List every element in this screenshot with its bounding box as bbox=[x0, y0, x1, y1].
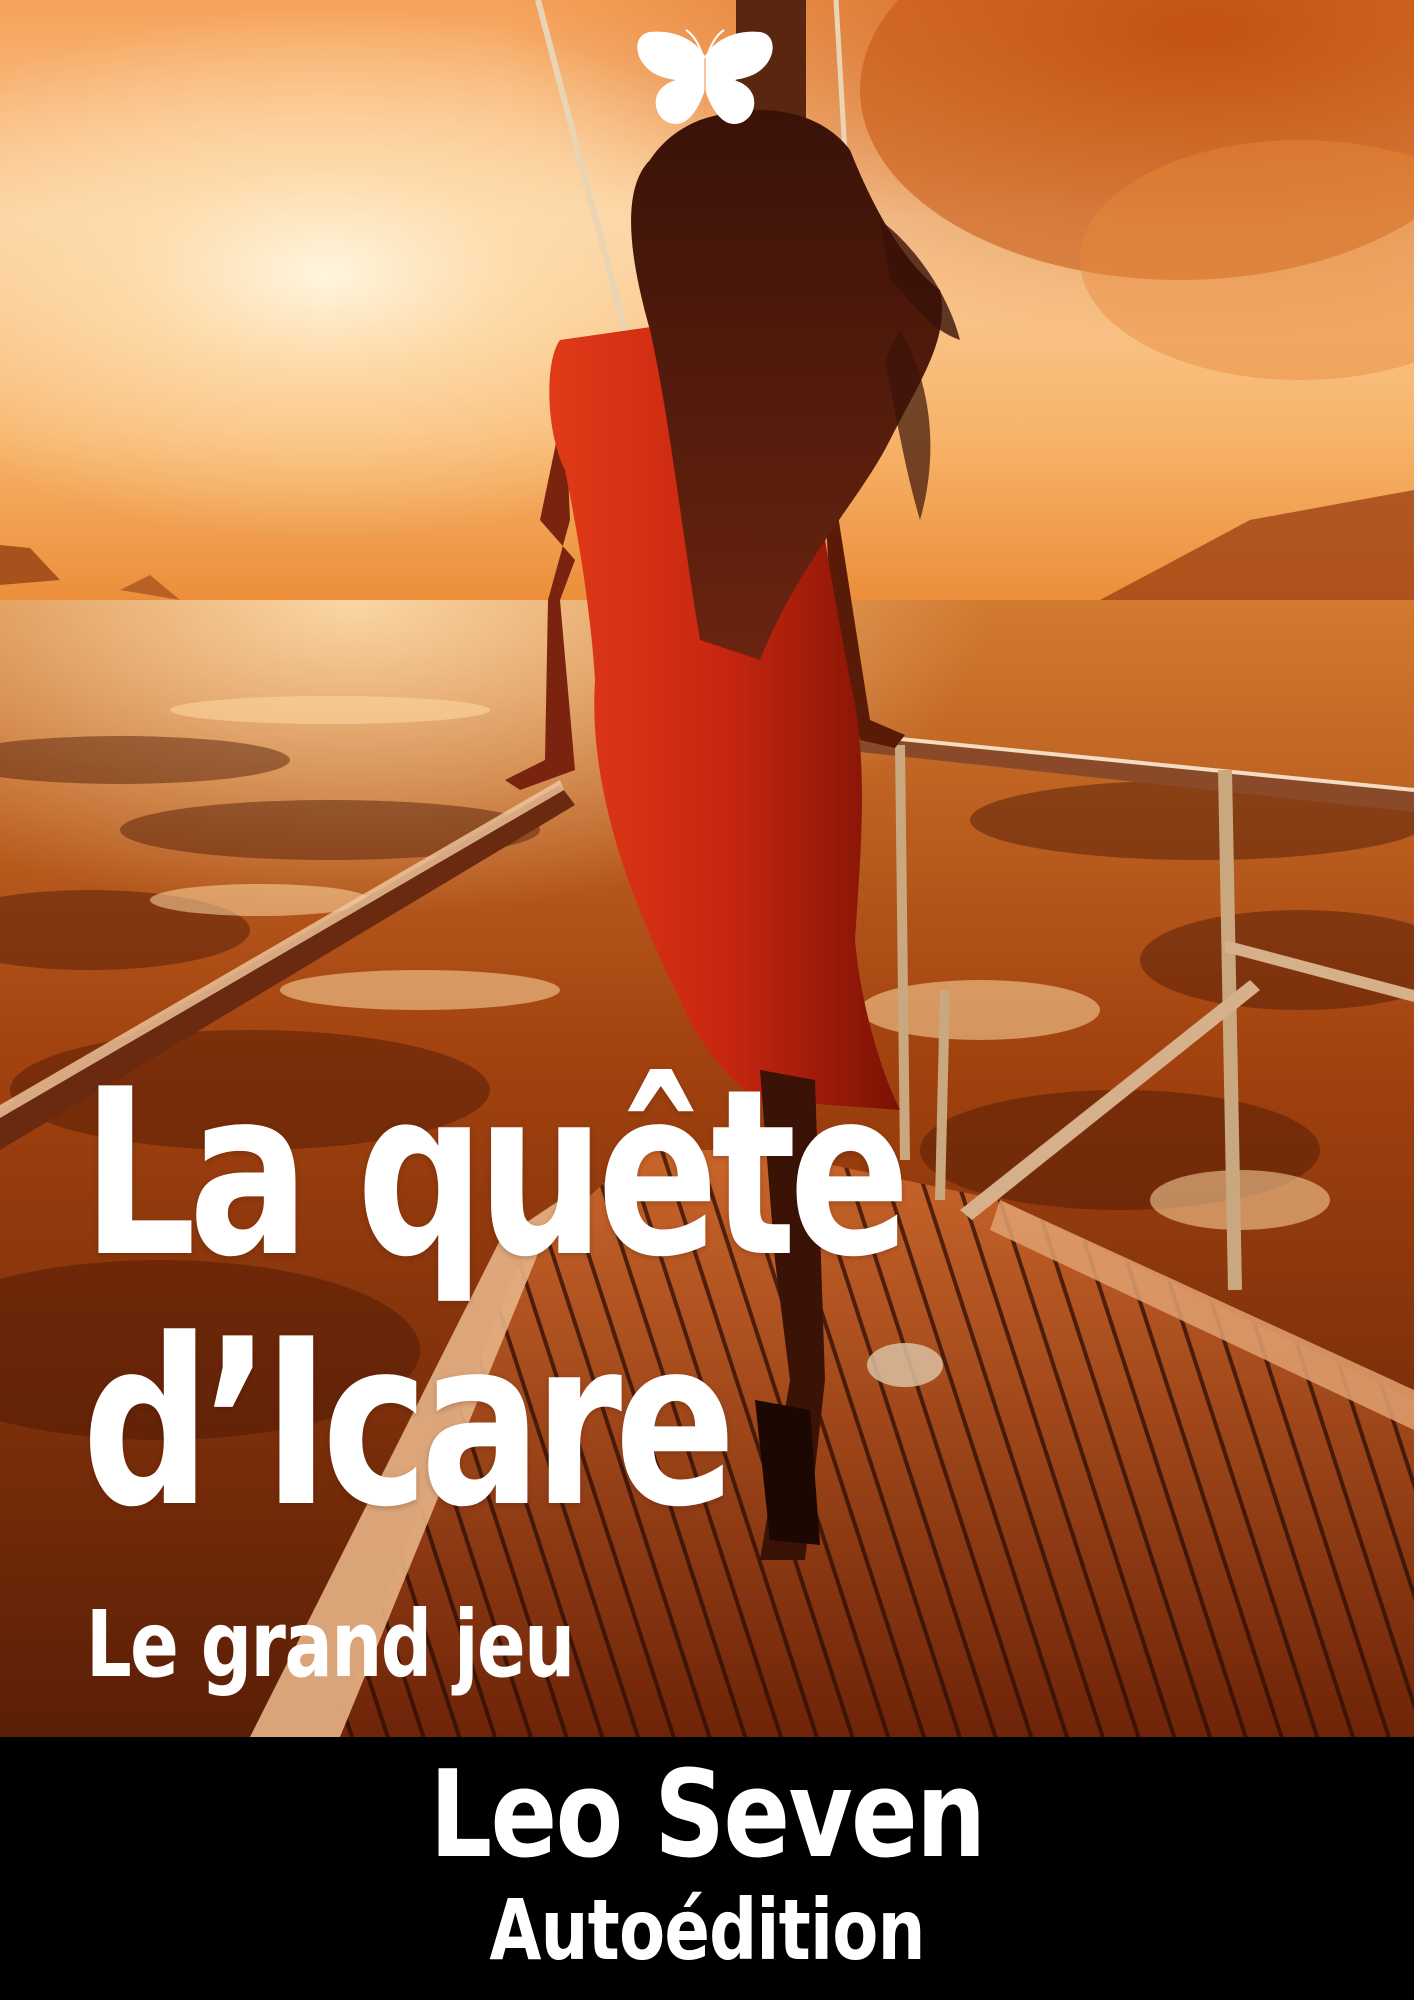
book-cover: La quête d’Icare Le grand jeu Leo Seven … bbox=[0, 0, 1414, 2000]
book-title-line-1: La quête bbox=[82, 1041, 910, 1308]
author-name: Leo Seven bbox=[429, 1746, 986, 1885]
book-subtitle: Le grand jeu bbox=[86, 1591, 575, 1698]
publisher-logo bbox=[632, 28, 778, 130]
butterfly-icon bbox=[637, 29, 773, 125]
book-title: La quête d’Icare bbox=[82, 1050, 1018, 1550]
book-title-line-2: d’Icare bbox=[82, 1291, 736, 1558]
publisher-name: Autoédition bbox=[489, 1881, 925, 1979]
